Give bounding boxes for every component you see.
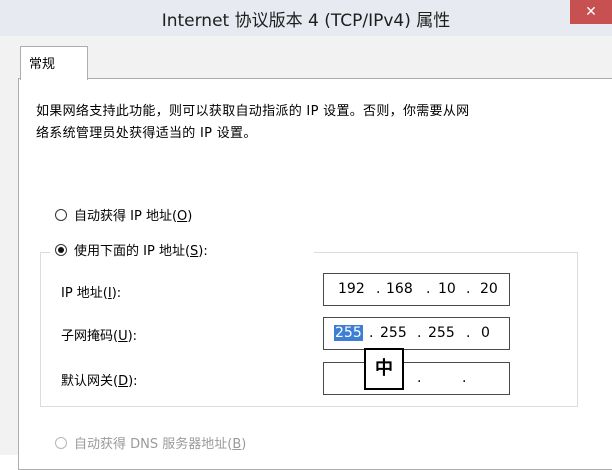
ip-dot: . [426,281,431,297]
description-line-2: 络系统管理员处获得适当的 IP 设置。 [36,126,257,141]
description-line-1: 如果网络支持此功能，则可以获取自动指派的 IP 设置。否则，你需要从网 [36,104,470,119]
ip-dot: . [376,281,381,297]
radio-auto-dns[interactable]: 自动获得 DNS 服务器地址(B) [55,433,246,452]
radio-auto-ip[interactable]: 自动获得 IP 地址(O) [55,205,192,224]
ip-dot: . [466,281,471,297]
radio-label-auto-ip: 自动获得 IP 地址(O) [74,209,193,224]
ip-dot: . [466,325,471,341]
radio-label-manual-ip: 使用下面的 IP 地址(S): [74,244,208,259]
radio-button-auto-dns[interactable] [55,436,67,449]
default-gateway-label: 默认网关(D): [61,374,138,389]
ip-dot: . [369,325,374,341]
mask-octet-1-selected: 255 [334,325,363,341]
mask-octet-3: 255 [428,325,455,341]
ip-octet-1: 192 [338,281,365,297]
default-gateway-input[interactable]: . . . [323,362,510,395]
tab-label: 常规 [29,57,56,72]
ime-chinese-mode-indicator: 中 [364,348,404,390]
ip-dot: . [462,370,467,386]
title-bar: Internet 协议版本 4 (TCP/IPv4) 属性 ✕ [0,0,612,37]
window-title: Internet 协议版本 4 (TCP/IPv4) 属性 [161,11,451,31]
ip-octet-2: 168 [386,281,413,297]
radio-button-manual-ip[interactable] [55,243,67,256]
subnet-mask-label: 子网掩码(U): [61,329,138,344]
mask-octet-4: 0 [481,325,490,341]
tab-general[interactable]: 常规 [20,46,88,80]
ip-octet-3: 10 [438,281,456,297]
ip-dot: . [417,370,422,386]
ip-dot: . [417,325,422,341]
ip-address-input[interactable]: 192 . 168 . 10 . 20 [323,273,510,306]
subnet-mask-input[interactable]: 255 . 255 . 255 . 0 [323,317,510,350]
close-button[interactable]: ✕ [570,0,612,24]
mask-octet-2: 255 [380,325,407,341]
description-text: 如果网络支持此功能，则可以获取自动指派的 IP 设置。否则，你需要从网 络系统管… [36,101,596,145]
radio-button-auto-ip[interactable] [55,208,67,221]
radio-manual-ip[interactable]: 使用下面的 IP 地址(S): [55,240,208,259]
ip-address-label: IP 地址(I): [61,286,122,301]
radio-label-auto-dns: 自动获得 DNS 服务器地址(B) [74,437,247,452]
ip-octet-4: 20 [480,281,498,297]
